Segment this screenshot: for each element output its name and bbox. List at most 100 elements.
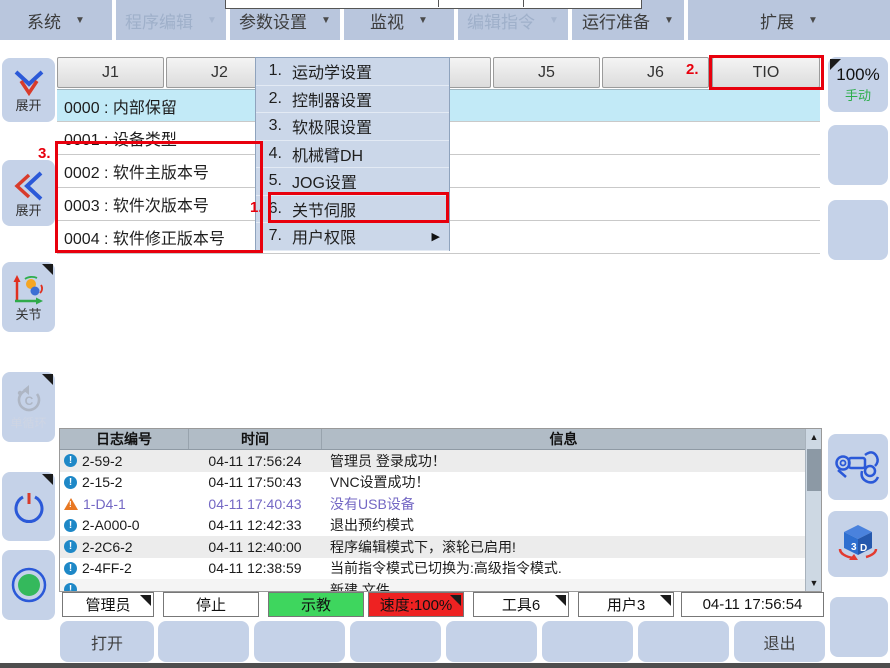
param-row-label: 0002 : 软件主版本号 — [64, 159, 209, 183]
dropdown-item-joint-servo[interactable]: 6. 关节伺服 — [256, 196, 449, 224]
chevron-down-icon: ▼ — [321, 15, 331, 26]
softkey-blank-6[interactable] — [638, 621, 729, 662]
info-icon — [64, 583, 77, 591]
log-message: 管理员 登录成功！ — [322, 451, 805, 471]
joint-axes-icon — [11, 273, 47, 307]
log-time: 04-11 12:38:59 — [188, 560, 322, 576]
softkey-blank-1[interactable] — [158, 621, 249, 662]
dropdown-item-controller[interactable]: 2. 控制器设置 — [256, 86, 449, 114]
menu-program-edit: 程序编辑 ▼ — [116, 0, 226, 40]
status-run-state-label: 停止 — [196, 594, 226, 615]
status-clock-label: 04-11 17:56:54 — [703, 596, 803, 613]
log-row[interactable]: 2-15-2 04-11 17:50:43 VNC设置成功！ — [60, 472, 805, 494]
annotation-label-2: 2. — [686, 61, 699, 78]
dropdown-item-number: 4. — [256, 145, 282, 163]
expand-left-label: 展开 — [15, 203, 41, 218]
single-cycle-label: 单循环 — [10, 416, 46, 431]
dropdown-item-kinematics[interactable]: 1. 运动学设置 — [256, 58, 449, 86]
teach-pendant-screen: 系统 ▼ 程序编辑 ▼ 参数设置 ▼ 监视 ▼ 编辑指令 ▼ 运行准备 ▼ 扩展… — [0, 0, 890, 668]
dropdown-item-user-rights[interactable]: 7. 用户权限 ▶ — [256, 223, 449, 251]
parameter-settings-dropdown: 1. 运动学设置 2. 控制器设置 3. 软极限设置 4. 机械臂DH 5. J… — [255, 57, 450, 251]
log-id: 2-4FF-2 — [82, 560, 132, 576]
scroll-up-icon[interactable]: ▲ — [806, 429, 822, 445]
single-cycle-button: C 单循环 — [2, 372, 55, 442]
expand-down-label: 展开 — [15, 98, 41, 113]
right-blank-button-3[interactable] — [830, 597, 888, 657]
expand-left-button[interactable]: 展开 — [2, 160, 55, 226]
status-user[interactable]: 管理员 — [62, 592, 154, 617]
status-speed[interactable]: 速度:100% — [368, 592, 464, 617]
softkey-blank-4[interactable] — [446, 621, 537, 662]
param-row-label: 0000 : 内部保留 — [64, 94, 177, 118]
status-frame-label: 用户3 — [607, 594, 645, 615]
log-row[interactable]: 1-D4-1 04-11 17:40:43 没有USB设备 — [60, 493, 805, 515]
log-time: 04-11 17:56:24 — [188, 453, 322, 469]
corner-marker-icon — [830, 59, 841, 70]
expand-down-button[interactable]: 展开 — [2, 58, 55, 122]
log-time: 04-11 12:40:00 — [188, 539, 322, 555]
chevron-down-icon: ▼ — [549, 15, 559, 26]
log-row[interactable]: 2-59-2 04-11 17:56:24 管理员 登录成功！ — [60, 450, 805, 472]
annotation-label-3: 3. — [38, 145, 51, 162]
power-button[interactable] — [2, 472, 55, 541]
log-row[interactable]: 2-A000-0 04-11 12:42:33 退出预约模式 — [60, 515, 805, 537]
menu-extension[interactable]: 扩展 ▼ — [688, 0, 890, 40]
status-tool[interactable]: 工具6 — [473, 592, 569, 617]
enable-record-button[interactable] — [2, 550, 55, 620]
menu-system-label: 系统 — [27, 8, 61, 33]
svg-text:D: D — [860, 543, 867, 554]
status-frame[interactable]: 用户3 — [578, 592, 674, 617]
right-blank-button-2[interactable] — [828, 200, 888, 260]
softkey-blank-5[interactable] — [542, 621, 633, 662]
log-row[interactable]: 2-2C6-2 04-11 12:40:00 程序编辑模式下，滚轮已启用! — [60, 536, 805, 558]
tab-j2-label: J2 — [211, 64, 228, 82]
dropdown-item-number: 1. — [256, 62, 282, 80]
tab-j6-label: J6 — [647, 64, 664, 82]
softkey-blank-3[interactable] — [350, 621, 441, 662]
drag-teach-button[interactable] — [828, 434, 888, 500]
exit-button[interactable]: 退出 — [734, 621, 825, 662]
corner-marker-icon — [450, 595, 461, 606]
window-edge-divider — [438, 0, 439, 7]
submenu-arrow-icon: ▶ — [432, 230, 440, 243]
chevron-down-icon: ▼ — [207, 15, 217, 26]
scroll-thumb[interactable] — [807, 449, 821, 491]
status-run-state[interactable]: 停止 — [163, 592, 259, 617]
record-circle-icon — [9, 565, 49, 605]
speed-mode-button[interactable]: 100% 手动 — [828, 57, 888, 112]
corner-marker-icon — [555, 595, 566, 606]
corner-marker-icon — [660, 595, 671, 606]
log-message: 当前指令模式已切换为:高级指令模式. — [322, 558, 805, 578]
log-scrollbar[interactable]: ▲ ▼ — [805, 429, 821, 591]
menu-edit-command-label: 编辑指令 — [467, 8, 535, 33]
corner-marker-icon — [42, 264, 53, 275]
drag-teach-icon — [834, 447, 882, 487]
dropdown-item-jog[interactable]: 5. JOG设置 — [256, 168, 449, 196]
chevron-down-icon: ▼ — [418, 15, 428, 26]
dropdown-item-arm-dh[interactable]: 4. 机械臂DH — [256, 141, 449, 169]
softkey-blank-2[interactable] — [254, 621, 345, 662]
exit-button-label: 退出 — [763, 630, 795, 654]
log-row[interactable]: 2-4FF-2 04-11 12:38:59 当前指令模式已切换为:高级指令模式… — [60, 558, 805, 580]
menu-run-prepare-label: 运行准备 — [582, 8, 650, 33]
view-3d-button[interactable]: 3 D — [828, 511, 888, 577]
dropdown-item-label: 运动学设置 — [292, 59, 372, 83]
tab-tio[interactable]: TIO — [712, 57, 820, 88]
corner-marker-icon — [42, 374, 53, 385]
dropdown-item-number: 7. — [256, 227, 282, 245]
dropdown-item-label: 机械臂DH — [292, 142, 363, 166]
dropdown-item-soft-limit[interactable]: 3. 软极限设置 — [256, 113, 449, 141]
info-icon — [64, 540, 77, 553]
dropdown-item-number: 3. — [256, 117, 282, 135]
expand-left-icon — [13, 169, 45, 203]
log-message: 新建 文件 — [322, 580, 805, 591]
tab-j5[interactable]: J5 — [493, 57, 600, 88]
status-mode[interactable]: 示教 — [268, 592, 364, 617]
log-time: 04-11 12:42:33 — [188, 517, 322, 533]
right-blank-button-1[interactable] — [828, 125, 888, 185]
menu-system[interactable]: 系统 ▼ — [0, 0, 112, 40]
joint-mode-button[interactable]: 关节 — [2, 262, 55, 332]
open-button[interactable]: 打开 — [60, 621, 154, 662]
tab-j1[interactable]: J1 — [57, 57, 164, 88]
scroll-down-icon[interactable]: ▼ — [806, 575, 822, 591]
